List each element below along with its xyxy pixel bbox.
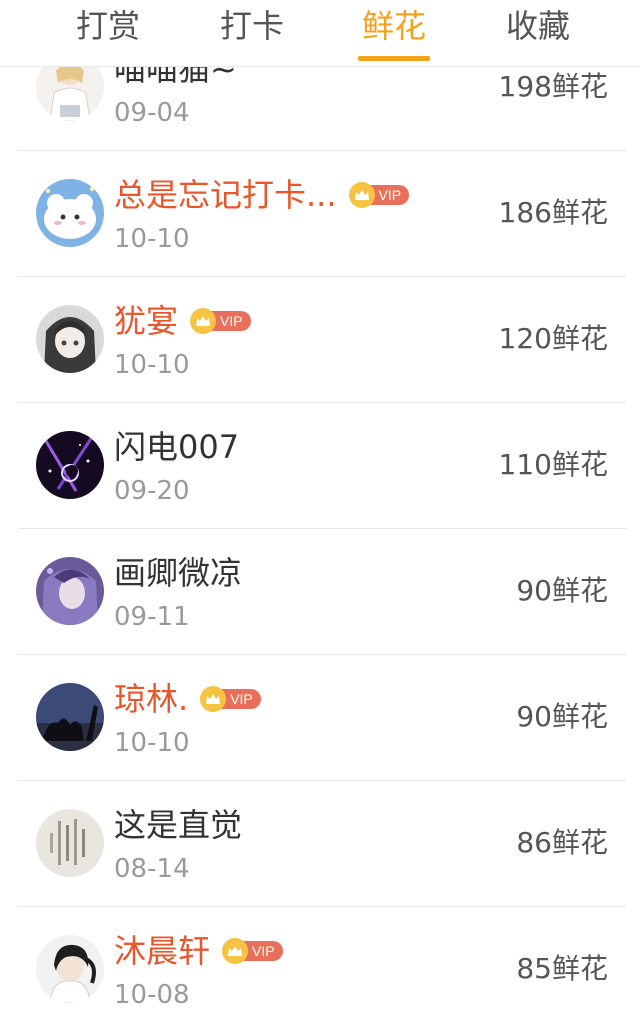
list-item[interactable]: 闪电007 09-20 110鲜花 [0, 403, 640, 529]
list-item[interactable]: 总是忘记打卡... VIP 10-10 186鲜花 [0, 151, 640, 277]
tab-reward[interactable]: 打赏 [70, 6, 146, 50]
date-label: 08-14 [114, 854, 190, 884]
flower-count: 186鲜花 [498, 196, 608, 229]
list-item[interactable]: 犹宴 VIP 10-10 120鲜花 [0, 277, 640, 403]
name-line: 闪电007 [114, 427, 239, 467]
vip-badge: VIP [348, 182, 410, 208]
user-name: 总是忘记打卡... [114, 176, 337, 214]
flower-count: 90鲜花 [516, 574, 608, 607]
list-item[interactable]: 沐晨轩 VIP 10-08 85鲜花 [0, 907, 640, 1022]
avatar [36, 935, 104, 1003]
flower-count: 85鲜花 [516, 952, 608, 985]
vip-badge: VIP [200, 686, 261, 712]
date-label: 10-08 [114, 980, 190, 1010]
name-line: 这是直觉 [114, 805, 242, 845]
avatar [36, 809, 104, 877]
name-line: 沐晨轩 VIP [114, 931, 283, 971]
user-name: 画卿微凉 [114, 554, 243, 592]
flower-count: 90鲜花 [516, 700, 608, 733]
vip-label: VIP [368, 185, 410, 205]
avatar [36, 431, 104, 499]
tab-checkin[interactable]: 打卡 [214, 6, 290, 50]
page: 喵喵猫~ 09-04 198鲜花 总是忘记打卡... VIP 10-10 186… [0, 0, 640, 1022]
tab-favorites[interactable]: 收藏 [500, 6, 576, 50]
avatar [36, 683, 104, 751]
flower-count: 198鲜花 [498, 70, 608, 103]
date-label: 09-04 [114, 98, 190, 128]
vip-badge: VIP [190, 308, 251, 334]
vip-label: VIP [220, 689, 261, 709]
name-line: 犹宴 VIP [114, 301, 251, 341]
date-label: 10-10 [114, 728, 190, 758]
list-item[interactable]: 这是直觉 08-14 86鲜花 [0, 781, 640, 907]
crown-icon [190, 308, 217, 334]
list-item[interactable]: 琼林. VIP 10-10 90鲜花 [0, 655, 640, 781]
vip-badge: VIP [222, 938, 283, 964]
user-name: 犹宴 [114, 302, 179, 340]
flower-count: 86鲜花 [516, 826, 608, 859]
avatar [36, 179, 104, 247]
date-label: 10-10 [114, 350, 190, 380]
user-name: 闪电007 [114, 428, 240, 466]
flower-count: 110鲜花 [498, 448, 608, 481]
tab-flowers[interactable]: 鲜花 [356, 6, 432, 50]
user-name: 沐晨轩 [114, 932, 211, 970]
crown-icon [200, 686, 227, 712]
flower-count: 120鲜花 [498, 322, 608, 355]
avatar [36, 557, 104, 625]
name-line: 画卿微凉 [114, 553, 242, 593]
vip-label: VIP [210, 311, 251, 331]
name-line: 琼林. VIP [114, 679, 261, 719]
name-line: 总是忘记打卡... VIP [114, 175, 410, 215]
date-label: 10-10 [114, 224, 190, 254]
date-label: 09-11 [114, 602, 190, 632]
list-item[interactable]: 画卿微凉 09-11 90鲜花 [0, 529, 640, 655]
user-name: 琼林. [114, 680, 189, 718]
avatar [36, 305, 104, 373]
date-label: 09-20 [114, 476, 190, 506]
crown-icon [222, 938, 249, 964]
vip-label: VIP [242, 941, 283, 961]
crown-icon [348, 182, 375, 208]
user-name: 这是直觉 [114, 806, 243, 844]
active-tab-indicator [358, 56, 430, 61]
flower-list: 喵喵猫~ 09-04 198鲜花 总是忘记打卡... VIP 10-10 186… [0, 25, 640, 1022]
tab-bar: 打赏 打卡 鲜花 收藏 [0, 0, 640, 67]
